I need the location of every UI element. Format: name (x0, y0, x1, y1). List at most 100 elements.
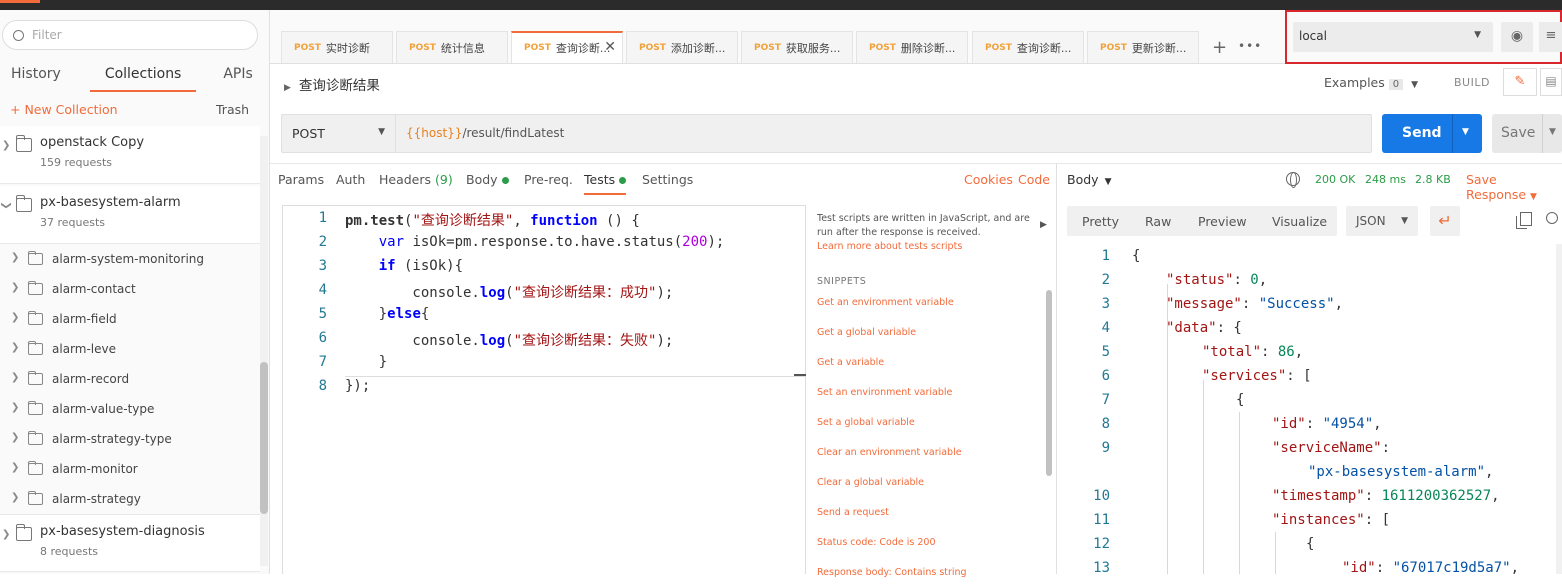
request-title[interactable]: ▶ 查询诊断结果 (284, 74, 380, 94)
chevron-right-icon: ❯ (11, 372, 20, 383)
request-tab[interactable]: POST 添加诊断... (626, 31, 738, 63)
snippet-item[interactable]: Get a variable (817, 357, 884, 368)
new-tab-plus-icon[interactable]: + (1212, 37, 1227, 58)
code-token: isOk=pm.response.to.have.status( (412, 234, 683, 250)
line-number: 1 (318, 210, 327, 226)
folder-item[interactable]: ❯ alarm-contact (0, 275, 260, 305)
snippets-desc-text: Test scripts are written in JavaScript, … (817, 213, 1030, 238)
pane-divider[interactable] (1056, 163, 1057, 574)
folder-item[interactable]: ❯ alarm-strategy (0, 485, 260, 515)
code-token: } (345, 306, 388, 322)
collection-name: openstack Copy (40, 135, 145, 150)
tab-headers[interactable]: Headers (9) (379, 172, 453, 187)
view-pretty[interactable]: Pretty (1082, 214, 1119, 229)
collection-item[interactable]: ❯ openstack Copy 159 requests (0, 126, 260, 184)
code-token: (isOk){ (395, 258, 464, 274)
json-text: "instances": [ (1272, 512, 1391, 528)
snippet-item[interactable]: Response body: Contains string (817, 567, 967, 578)
folder-name: alarm-value-type (52, 402, 155, 416)
code-link[interactable]: Code (1018, 172, 1050, 187)
new-collection-button[interactable]: + New Collection (10, 102, 118, 117)
cookies-link[interactable]: Cookies (964, 172, 1013, 187)
close-icon[interactable]: ✕ (604, 39, 616, 55)
save-response-button[interactable]: Save Response ▼ (1466, 172, 1562, 202)
status-dot (501, 177, 509, 184)
tab-prereq[interactable]: Pre-req. (524, 172, 573, 187)
tab-tests[interactable]: Tests (584, 172, 627, 195)
snippet-item[interactable]: Get an environment variable (817, 297, 954, 308)
response-scrollbar[interactable] (1556, 244, 1562, 574)
tab-history[interactable]: History (0, 62, 72, 92)
edit-pencil-icon[interactable]: ✎ (1503, 68, 1537, 96)
request-tab[interactable]: POST 统计信息 (396, 31, 508, 63)
search-icon[interactable] (1546, 212, 1558, 224)
collection-item[interactable]: ❯ px-basesystem-alarm 37 requests (0, 186, 260, 244)
trash-button[interactable]: Trash (216, 102, 249, 117)
folder-item[interactable]: ❯ alarm-leve (0, 335, 260, 365)
more-tabs-icon[interactable]: ••• (1238, 39, 1262, 53)
snippet-item[interactable]: Status code: Code is 200 (817, 537, 936, 548)
examples-dropdown[interactable]: Examples 0 ▼ (1324, 75, 1418, 90)
method-select[interactable]: POST ▼ (282, 115, 396, 152)
eye-icon[interactable]: ◉ (1501, 22, 1533, 52)
view-preview[interactable]: Preview (1198, 214, 1247, 229)
chevron-right-icon: ❯ (11, 282, 20, 293)
format-select[interactable]: JSON ▼ (1346, 206, 1418, 236)
folder-item[interactable]: ❯ alarm-strategy-type (0, 425, 260, 455)
active-line-border (345, 376, 805, 377)
snippet-item[interactable]: Set a global variable (817, 417, 915, 428)
response-time[interactable]: 248 ms (1365, 173, 1406, 186)
request-tab-active[interactable]: POST 查询诊断... ✕ (511, 31, 623, 63)
folder-item[interactable]: ❯ alarm-field (0, 305, 260, 335)
sidebar-scrollbar-thumb[interactable] (260, 362, 268, 514)
caret-down-icon[interactable]: ▼ (1462, 127, 1469, 137)
comment-icon[interactable]: ▤ (1540, 68, 1562, 96)
tab-apis[interactable]: APIs (212, 62, 263, 92)
view-visualize[interactable]: Visualize (1272, 214, 1327, 229)
tab-auth[interactable]: Auth (336, 172, 365, 187)
wrap-lines-icon[interactable]: ↵ (1430, 206, 1460, 236)
snippet-item[interactable]: Get a global variable (817, 327, 916, 338)
folder-item[interactable]: ❯ alarm-monitor (0, 455, 260, 485)
request-tab[interactable]: POST 查询诊断... (972, 31, 1084, 63)
request-tab[interactable]: POST 更新诊断... (1087, 31, 1199, 63)
test-script-editor[interactable]: 1 pm.test("查询诊断结果", function () { 2 var i… (282, 205, 806, 574)
response-body-dropdown[interactable]: Body ▼ (1067, 172, 1111, 187)
tab-settings[interactable]: Settings (642, 172, 693, 187)
collection-icon (15, 524, 32, 541)
folder-item[interactable]: ❯ alarm-value-type (0, 395, 260, 425)
response-body-label: Body (1067, 172, 1099, 187)
request-tab[interactable]: POST 获取服务... (741, 31, 853, 63)
globe-icon[interactable] (1286, 172, 1300, 188)
tab-collections[interactable]: Collections (89, 62, 197, 92)
copy-icon[interactable] (1516, 212, 1532, 229)
send-button[interactable]: Send ▼ (1382, 114, 1482, 153)
folder-item[interactable]: ❯ alarm-system-monitoring (0, 245, 260, 275)
filter-input[interactable]: Filter (2, 20, 258, 50)
environment-settings-icon[interactable]: ≡ (1539, 22, 1562, 52)
build-mode[interactable]: BUILD (1454, 76, 1490, 89)
response-size[interactable]: 2.8 KB (1415, 173, 1451, 186)
url-input[interactable]: {{host}}/result/findLatest (406, 126, 564, 140)
environment-select[interactable]: local ▼ (1293, 22, 1493, 52)
snippets-scrollbar[interactable] (1046, 290, 1052, 476)
snippet-item[interactable]: Clear an environment variable (817, 447, 962, 458)
request-tab[interactable]: POST 实时诊断 (281, 31, 393, 63)
collection-item[interactable]: ❯ px-basesystem-diagnosis 8 requests (0, 514, 260, 572)
caret-down-icon[interactable]: ▼ (1549, 127, 1556, 137)
view-raw[interactable]: Raw (1145, 214, 1171, 229)
save-button[interactable]: Save ▼ (1492, 114, 1562, 153)
tab-body[interactable]: Body (466, 172, 509, 187)
collapse-snippets-icon[interactable]: ▶ (1040, 220, 1047, 230)
code-text: var isOk=pm.response.to.have.status(200)… (345, 234, 725, 250)
learn-more-link[interactable]: Learn more about tests scripts (817, 241, 962, 252)
status-code[interactable]: 200 OK (1315, 173, 1355, 186)
request-tab[interactable]: POST 删除诊断... (856, 31, 968, 63)
folder-item[interactable]: ❯ alarm-record (0, 365, 260, 395)
line-number: 6 (318, 330, 327, 346)
snippet-item[interactable]: Send a request (817, 507, 889, 518)
code-token: ( (505, 285, 514, 301)
snippet-item[interactable]: Clear a global variable (817, 477, 924, 488)
tab-params[interactable]: Params (278, 172, 324, 187)
snippet-item[interactable]: Set an environment variable (817, 387, 952, 398)
